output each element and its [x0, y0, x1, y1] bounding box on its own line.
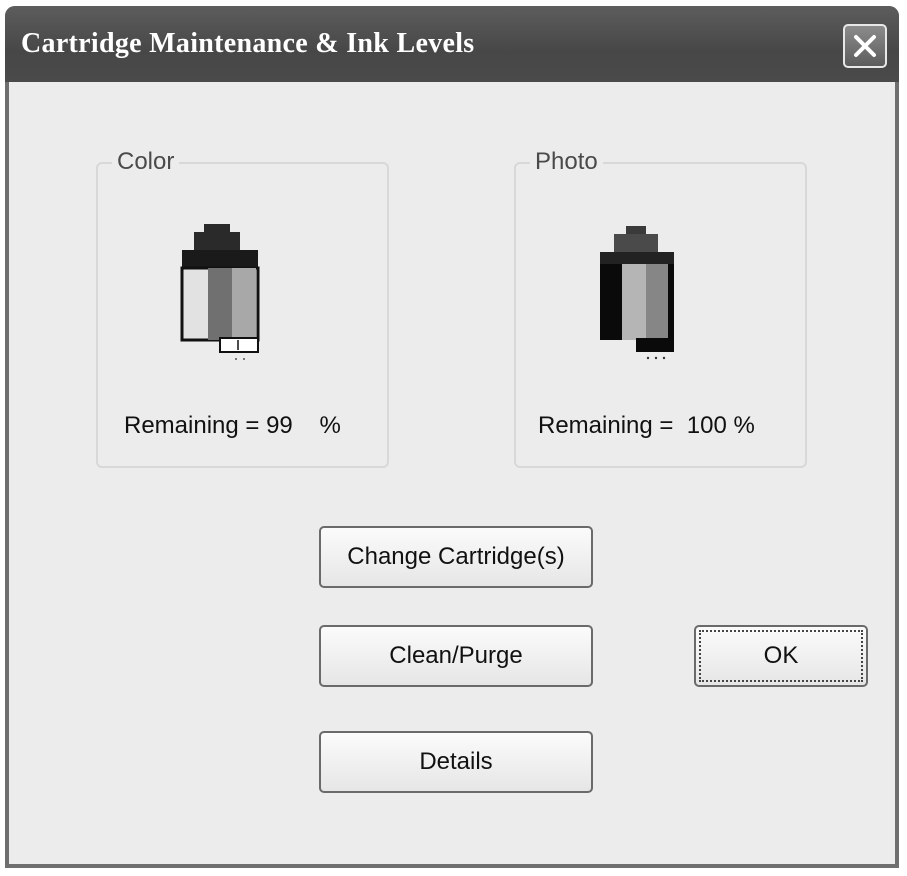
dialog-window: Cartridge Maintenance & Ink Levels Color…	[5, 6, 899, 868]
color-cartridge-icon	[180, 224, 260, 360]
photo-cartridge-group: Photo Remaining = 100 %	[514, 148, 807, 468]
photo-group-label: Photo	[530, 148, 603, 176]
title-bar[interactable]: Cartridge Maintenance & Ink Levels	[5, 6, 899, 82]
color-group-label: Color	[112, 148, 180, 176]
clean-purge-button[interactable]: Clean/Purge	[319, 625, 593, 687]
close-button[interactable]	[843, 24, 887, 68]
photo-cartridge-icon	[600, 226, 674, 360]
close-icon	[854, 35, 876, 57]
change-cartridges-button[interactable]: Change Cartridge(s)	[319, 526, 593, 588]
ok-button[interactable]: OK	[694, 625, 868, 687]
color-remaining-label: Remaining = 99 %	[124, 412, 341, 439]
color-cartridge-group: Color Remaining = 99 %	[96, 148, 389, 468]
window-title: Cartridge Maintenance & Ink Levels	[21, 28, 475, 59]
photo-remaining-label: Remaining = 100 %	[538, 412, 755, 439]
details-button[interactable]: Details	[319, 731, 593, 793]
